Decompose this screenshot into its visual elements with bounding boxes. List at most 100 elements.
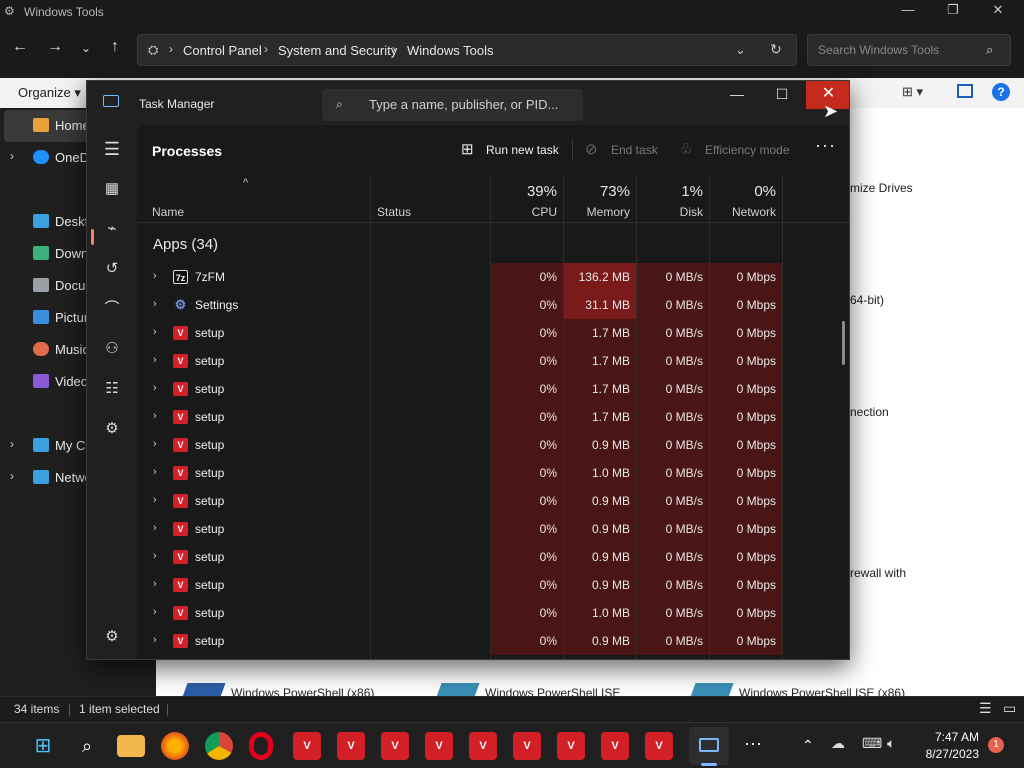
- file-explorer-icon[interactable]: [117, 735, 145, 757]
- run-new-task-button[interactable]: Run new task: [486, 143, 559, 157]
- explorer-search-input[interactable]: Search Windows Tools ⌕: [807, 34, 1011, 66]
- file-item-label[interactable]: nection: [850, 405, 889, 419]
- hamburger-menu-icon[interactable]: ☰: [99, 137, 125, 161]
- minimize-icon[interactable]: —: [720, 87, 754, 115]
- chevron-right-icon[interactable]: ›: [10, 437, 14, 451]
- expand-chevron-icon[interactable]: ›: [153, 550, 157, 562]
- expand-chevron-icon[interactable]: ›: [153, 494, 157, 506]
- column-header-cpu[interactable]: CPU: [491, 205, 557, 219]
- expand-chevron-icon[interactable]: ›: [153, 466, 157, 478]
- volume-icon[interactable]: 🔈︎: [887, 735, 895, 752]
- details-view-icon[interactable]: ☰: [979, 700, 992, 717]
- expand-chevron-icon[interactable]: ›: [153, 410, 157, 422]
- refresh-icon[interactable]: ↻: [770, 41, 782, 58]
- breadcrumb-control-panel[interactable]: Control Panel: [183, 43, 262, 58]
- process-search-input[interactable]: ⌕ Type a name, publisher, or PID...: [322, 89, 583, 121]
- process-row[interactable]: › Vsetup 0% 1.0 MB 0 MB/s 0 Mbps: [137, 459, 841, 487]
- setup-app-icon[interactable]: V: [381, 732, 409, 760]
- clock-time[interactable]: 7:47 AM: [919, 730, 979, 744]
- process-row[interactable]: › Vsetup 0% 1.0 MB 0 MB/s 0 Mbps: [137, 599, 841, 627]
- setup-app-icon[interactable]: V: [469, 732, 497, 760]
- setup-app-icon[interactable]: V: [293, 732, 321, 760]
- processes-icon[interactable]: ▦: [99, 177, 125, 201]
- network-icon[interactable]: ⌨: [862, 735, 882, 752]
- expand-chevron-icon[interactable]: ›: [153, 270, 157, 282]
- help-icon[interactable]: ?: [992, 83, 1010, 101]
- more-options-icon[interactable]: ···: [815, 135, 836, 156]
- details-pane-icon[interactable]: [957, 84, 973, 98]
- close-icon[interactable]: ✕: [988, 2, 1008, 18]
- expand-chevron-icon[interactable]: ›: [153, 382, 157, 394]
- notification-badge[interactable]: 1: [988, 737, 1004, 753]
- setup-app-icon[interactable]: V: [557, 732, 585, 760]
- setup-app-icon[interactable]: V: [645, 732, 673, 760]
- cloud-offline-icon[interactable]: ☁: [831, 735, 845, 752]
- process-row[interactable]: › 7z 7zFM 0% 136.2 MB 0 MB/s 0 Mbps: [137, 263, 841, 291]
- expand-chevron-icon[interactable]: ›: [153, 326, 157, 338]
- search-icon[interactable]: ⌕: [73, 732, 101, 760]
- tiles-view-icon[interactable]: ▭: [1003, 700, 1016, 717]
- address-bar[interactable]: ⛭ › Control Panel › System and Security …: [137, 34, 797, 66]
- expand-chevron-icon[interactable]: ›: [153, 354, 157, 366]
- more-icon[interactable]: ···: [739, 732, 767, 760]
- efficiency-mode-button[interactable]: Efficiency mode: [705, 143, 790, 157]
- file-item-label[interactable]: 64-bit): [850, 293, 884, 307]
- process-row[interactable]: › Vsetup 0% 0.9 MB 0 MB/s 0 Mbps: [137, 515, 841, 543]
- app-history-icon[interactable]: ↺: [99, 257, 125, 281]
- forward-arrow-icon[interactable]: →: [43, 38, 67, 56]
- process-row[interactable]: › ⚙ Settings 0% 31.1 MB 0 MB/s 0 Mbps: [137, 291, 841, 319]
- column-header-disk[interactable]: Disk: [637, 205, 703, 219]
- startup-apps-icon[interactable]: ⌒: [99, 297, 125, 321]
- process-row[interactable]: › Vsetup 0% 0.9 MB 0 MB/s 0 Mbps: [137, 627, 841, 655]
- chevron-right-icon[interactable]: ›: [10, 469, 14, 483]
- view-options-icon[interactable]: ⊞ ▾: [902, 84, 923, 100]
- chrome-icon[interactable]: [205, 732, 233, 760]
- column-header-name[interactable]: Name: [152, 205, 184, 219]
- maximize-icon[interactable]: ❐: [943, 2, 963, 18]
- performance-icon[interactable]: ⌁: [99, 217, 125, 241]
- process-row[interactable]: › Vsetup 0% 0.9 MB 0 MB/s 0 Mbps: [137, 431, 841, 459]
- end-task-button[interactable]: End task: [611, 143, 658, 157]
- clock-date[interactable]: 8/27/2023: [911, 747, 979, 761]
- firefox-icon[interactable]: [161, 732, 189, 760]
- column-header-status[interactable]: Status: [377, 205, 411, 219]
- expand-chevron-icon[interactable]: ›: [153, 438, 157, 450]
- expand-chevron-icon[interactable]: ›: [153, 634, 157, 646]
- organize-button[interactable]: Organize ▾: [18, 85, 81, 101]
- process-row[interactable]: › Vsetup 0% 1.7 MB 0 MB/s 0 Mbps: [137, 319, 841, 347]
- setup-app-icon[interactable]: V: [513, 732, 541, 760]
- recent-locations-chevron-icon[interactable]: ⌄: [74, 41, 98, 55]
- start-icon[interactable]: ⊞: [29, 732, 57, 760]
- breadcrumb-system-and-security[interactable]: System and Security: [278, 43, 397, 58]
- apps-group-header[interactable]: Apps (34): [153, 236, 218, 253]
- process-row[interactable]: › Vsetup 0% 0.9 MB 0 MB/s 0 Mbps: [137, 487, 841, 515]
- process-row[interactable]: › Vsetup 0% 1.7 MB 0 MB/s 0 Mbps: [137, 347, 841, 375]
- expand-chevron-icon[interactable]: ›: [153, 522, 157, 534]
- users-icon[interactable]: ⚇: [99, 337, 125, 361]
- setup-app-icon[interactable]: V: [601, 732, 629, 760]
- file-item-label[interactable]: rewall with: [850, 566, 906, 580]
- back-arrow-icon[interactable]: ←: [8, 38, 32, 56]
- address-dropdown-chevron-icon[interactable]: ⌄: [735, 42, 746, 58]
- settings-icon[interactable]: ⚙: [99, 625, 125, 649]
- expand-chevron-icon[interactable]: ›: [153, 578, 157, 590]
- services-icon[interactable]: ⚙: [99, 417, 125, 441]
- opera-icon[interactable]: [249, 732, 273, 760]
- up-arrow-icon[interactable]: ↑: [103, 38, 127, 56]
- chevron-right-icon[interactable]: ›: [10, 149, 14, 163]
- setup-app-icon[interactable]: V: [337, 732, 365, 760]
- show-hidden-icons-chevron-icon[interactable]: ⌃: [802, 737, 814, 754]
- process-row[interactable]: › Vsetup 0% 0.9 MB 0 MB/s 0 Mbps: [137, 543, 841, 571]
- process-row[interactable]: › Vsetup 0% 0.9 MB 0 MB/s 0 Mbps: [137, 571, 841, 599]
- vertical-scrollbar-thumb[interactable]: [842, 321, 845, 365]
- setup-app-icon[interactable]: V: [425, 732, 453, 760]
- column-header-memory[interactable]: Memory: [564, 205, 630, 219]
- expand-chevron-icon[interactable]: ›: [153, 298, 157, 310]
- process-row[interactable]: › Vsetup 0% 1.7 MB 0 MB/s 0 Mbps: [137, 403, 841, 431]
- minimize-icon[interactable]: —: [898, 2, 918, 17]
- details-icon[interactable]: ☷: [99, 377, 125, 401]
- expand-chevron-icon[interactable]: ›: [153, 606, 157, 618]
- breadcrumb-windows-tools[interactable]: Windows Tools: [407, 43, 493, 58]
- maximize-icon[interactable]: ☐: [765, 87, 799, 115]
- column-header-network[interactable]: Network: [710, 205, 776, 219]
